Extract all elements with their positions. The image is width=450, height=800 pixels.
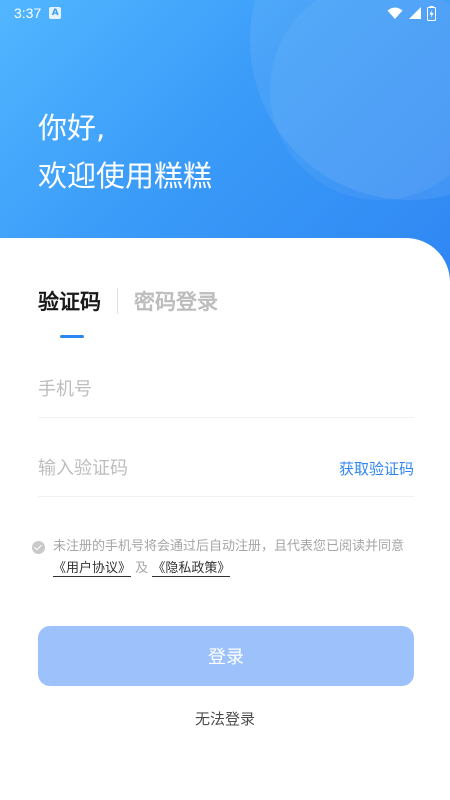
greeting-line-1: 你好,	[38, 111, 106, 145]
agreement-text-block: 未注册的手机号将会通过后自动注册，且代表您已阅读并同意《用户协议》 及 《隐私政…	[53, 536, 422, 580]
notification-icon: A	[49, 7, 62, 19]
user-agreement-link[interactable]: 《用户协议》	[53, 561, 132, 577]
agreement-check-icon[interactable]	[32, 541, 45, 554]
status-icons	[387, 5, 436, 21]
agreement-text: 未注册的手机号将会通过后自动注册，且代表您已阅读并同意	[53, 539, 405, 554]
agreement-connector: 及	[135, 561, 149, 576]
login-button[interactable]: 登录	[38, 626, 414, 686]
cannot-login-link[interactable]: 无法登录	[0, 708, 450, 729]
decorative-circle	[270, 0, 450, 200]
privacy-policy-link[interactable]: 《隐私政策》	[152, 561, 231, 577]
tab-verification-code[interactable]: 验证码	[38, 286, 101, 316]
active-tab-indicator	[60, 335, 84, 338]
code-field: 获取验证码	[38, 441, 414, 497]
status-time: 3:37	[14, 5, 42, 21]
wifi-icon	[387, 7, 403, 19]
greeting-line-2: 欢迎使用糕糕	[38, 159, 213, 193]
agreement-notice: 未注册的手机号将会通过后自动注册，且代表您已阅读并同意《用户协议》 及 《隐私政…	[32, 536, 422, 580]
battery-icon	[427, 5, 436, 21]
tab-divider	[117, 288, 118, 314]
phone-field	[38, 362, 414, 418]
status-bar: 3:37 A	[0, 0, 450, 26]
verification-code-input[interactable]	[38, 458, 339, 479]
login-tabs: 验证码 密码登录	[38, 286, 218, 316]
phone-input[interactable]	[38, 379, 414, 400]
tab-password-login[interactable]: 密码登录	[134, 286, 218, 316]
get-code-button[interactable]: 获取验证码	[339, 458, 414, 479]
welcome-greeting: 你好, 欢迎使用糕糕	[38, 104, 212, 200]
cellular-signal-icon	[409, 7, 421, 19]
